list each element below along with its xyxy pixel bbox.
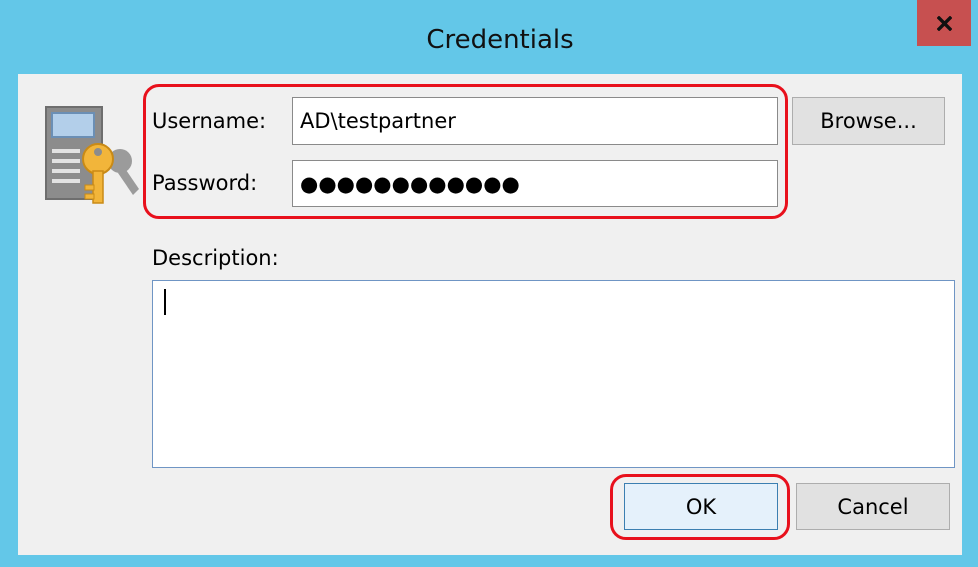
password-label: Password: <box>152 171 258 195</box>
username-label: Username: <box>152 109 267 133</box>
description-textarea[interactable] <box>152 280 955 468</box>
cancel-button[interactable]: Cancel <box>796 483 950 530</box>
window-title: Credentials <box>426 25 574 55</box>
password-field[interactable] <box>292 160 778 207</box>
text-cursor <box>164 289 166 315</box>
username-field[interactable] <box>292 97 778 145</box>
close-icon <box>936 15 952 31</box>
browse-button[interactable]: Browse... <box>792 97 945 145</box>
ok-button[interactable]: OK <box>624 483 778 530</box>
close-button[interactable] <box>917 0 971 46</box>
title-bar[interactable]: Credentials <box>0 0 978 74</box>
credential-key-icon <box>45 106 139 204</box>
description-label: Description: <box>152 246 279 270</box>
